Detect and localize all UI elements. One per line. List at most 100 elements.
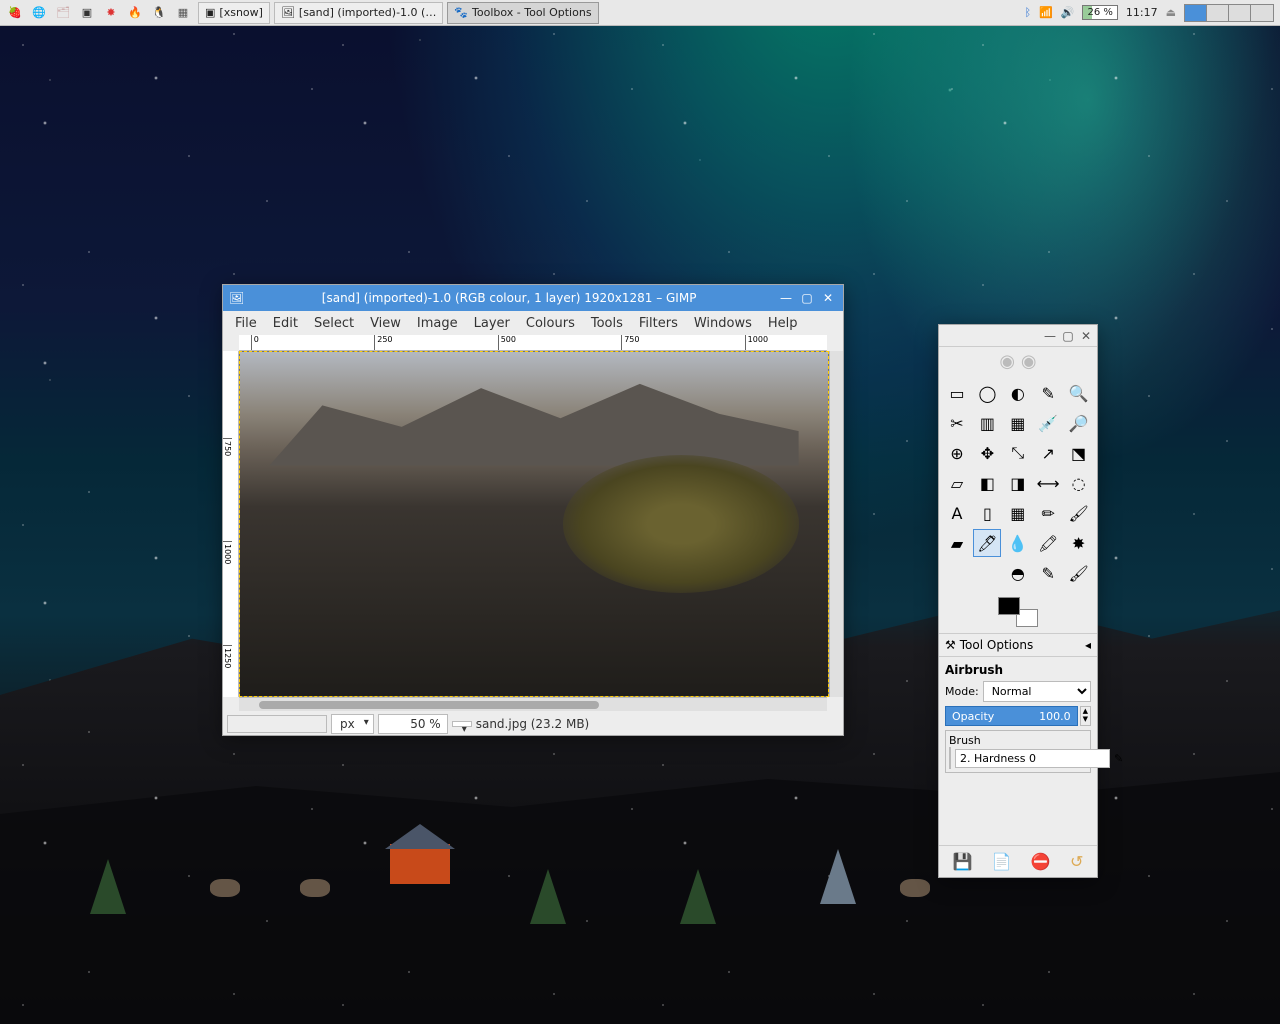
app-icon[interactable]: 🐧 [148,2,170,24]
scrollbar-vertical[interactable] [829,351,843,697]
tool-button[interactable]: ✎ [1034,559,1062,587]
tool-button[interactable]: A [943,499,971,527]
titlebar[interactable]: 🖼 [sand] (imported)-1.0 (RGB colour, 1 l… [223,285,843,311]
battery-indicator[interactable]: 26 % [1082,5,1117,20]
tool-button[interactable]: ◌ [1065,469,1093,497]
maximize-button[interactable]: ▢ [798,289,816,307]
close-button[interactable]: ✕ [1079,329,1093,343]
mode-label: Mode: [945,685,979,698]
tool-button[interactable]: ⬔ [1065,439,1093,467]
tool-button[interactable]: ▰ [943,529,971,557]
tool-button[interactable]: ✎ [1034,379,1062,407]
app-icon[interactable]: 🔥 [124,2,146,24]
menu-edit[interactable]: Edit [265,313,306,334]
menu-view[interactable]: View [362,313,409,334]
tool-button[interactable]: ⤡ [1004,439,1032,467]
menu-image[interactable]: Image [409,313,466,334]
tool-button[interactable]: 🔍 [1065,379,1093,407]
tool-button[interactable]: ⟷ [1034,469,1062,497]
tool-button[interactable]: 💉 [1034,409,1062,437]
menu-select[interactable]: Select [306,313,362,334]
tool-button[interactable]: ▭ [943,379,971,407]
ruler-vertical[interactable]: 750 1000 1250 [223,351,239,697]
tool-button[interactable]: ✂ [943,409,971,437]
tool-button[interactable]: ◨ [1004,469,1032,497]
menu-colours[interactable]: Colours [518,313,583,334]
tool-button[interactable]: 🔎 [1065,409,1093,437]
zoom-dropdown[interactable] [452,721,472,727]
tool-button[interactable]: ◧ [973,469,1001,497]
minimize-button[interactable]: — [1043,329,1057,343]
tool-button[interactable]: ✥ [973,439,1001,467]
gimp-toolbox-window: — ▢ ✕ ◉ ◉ ▭◯◐✎🔍✂▥▦💉🔎⊕✥⤡↗⬔▱◧◨⟷◌A▯▦✏🖌▰🖊💧🖍✸… [938,324,1098,878]
save-preset-icon[interactable]: 💾 [953,852,973,871]
tool-button[interactable]: 🖌 [1065,499,1093,527]
tool-button[interactable]: ◯ [973,379,1001,407]
browser-icon[interactable]: 🌐 [28,2,50,24]
task-xsnow[interactable]: ▣[xsnow] [198,2,270,24]
workspace-switcher[interactable] [1184,4,1274,22]
eject-icon[interactable]: ⏏ [1166,6,1176,19]
spin-up[interactable]: ▲ [1081,707,1090,715]
tool-button[interactable]: 💧 [1004,529,1032,557]
tool-button[interactable]: ⊕ [943,439,971,467]
menu-windows[interactable]: Windows [686,313,760,334]
opacity-slider[interactable]: Opacity 100.0 [945,706,1078,726]
menu-raspberry-icon[interactable]: 🍓 [4,2,26,24]
task-gimp-image[interactable]: 🖼[sand] (imported)-1.0 (… [274,2,443,24]
tool-button[interactable]: ▦ [1004,409,1032,437]
tool-button[interactable]: ▯ [973,499,1001,527]
spin-down[interactable]: ▼ [1081,715,1090,723]
detach-icon[interactable]: ◂ [1085,638,1091,652]
filemanager-icon[interactable]: 🗂 [52,2,74,24]
reset-preset-icon[interactable]: ↺ [1070,852,1083,871]
minimize-button[interactable]: — [777,289,795,307]
scrollbar-horizontal[interactable] [239,697,827,711]
zoom-input[interactable]: 50 % [378,714,448,734]
app-icon[interactable]: ▦ [172,2,194,24]
status-text: sand.jpg (23.2 MB) [476,717,590,731]
tool-options-header[interactable]: ⚒ Tool Options ◂ [939,633,1097,657]
xsnow-tree [90,859,126,914]
units-select[interactable]: px [331,714,374,734]
tool-button[interactable]: ✏ [1034,499,1062,527]
fg-bg-swatch[interactable] [998,597,1038,627]
tool-button[interactable]: 🖍 [1034,529,1062,557]
menu-help[interactable]: Help [760,313,806,334]
statusbar: px 50 % sand.jpg (23.2 MB) [223,711,843,737]
tool-button[interactable]: ▥ [973,409,1001,437]
close-button[interactable]: ✕ [819,289,837,307]
restore-preset-icon[interactable]: 📄 [992,852,1012,871]
brush-edit-icon[interactable]: ✎ [1114,752,1123,765]
task-gimp-toolbox[interactable]: 🐾Toolbox - Tool Options [447,2,598,24]
brush-name-field[interactable] [955,749,1110,768]
tool-button[interactable]: ◐ [1004,379,1032,407]
delete-preset-icon[interactable]: ⛔ [1031,852,1051,871]
menu-layer[interactable]: Layer [466,313,518,334]
wifi-icon[interactable]: 📶 [1039,6,1053,19]
xsnow-reindeer [300,869,340,904]
tool-button[interactable]: ↗ [1034,439,1062,467]
clock[interactable]: 11:17 [1126,6,1158,19]
tool-button[interactable]: ✸ [1065,529,1093,557]
terminal-icon[interactable]: ▣ [76,2,98,24]
menu-file[interactable]: File [227,313,265,334]
menu-filters[interactable]: Filters [631,313,686,334]
mode-select[interactable]: Normal [983,681,1091,702]
ruler-horizontal[interactable]: 0 250 500 750 1000 [239,335,827,351]
brush-preview[interactable] [949,747,951,769]
toolbox-titlebar[interactable]: — ▢ ✕ [939,325,1097,347]
volume-icon[interactable]: 🔊 [1061,6,1075,19]
tool-button[interactable]: 🖌 [1065,559,1093,587]
gimp-logo-icon: ◉ ◉ [999,351,1036,372]
tool-button[interactable]: ▦ [1004,499,1032,527]
gimp-icon: 🐾 [454,6,468,19]
app-icon[interactable]: ✸ [100,2,122,24]
maximize-button[interactable]: ▢ [1061,329,1075,343]
image-canvas[interactable] [239,351,829,697]
bluetooth-icon[interactable]: ᛒ [1024,6,1031,19]
menu-tools[interactable]: Tools [583,313,631,334]
tool-button[interactable]: ▱ [943,469,971,497]
tool-button[interactable]: 🖊 [973,529,1001,557]
tool-button[interactable]: ◓ [1004,559,1032,587]
